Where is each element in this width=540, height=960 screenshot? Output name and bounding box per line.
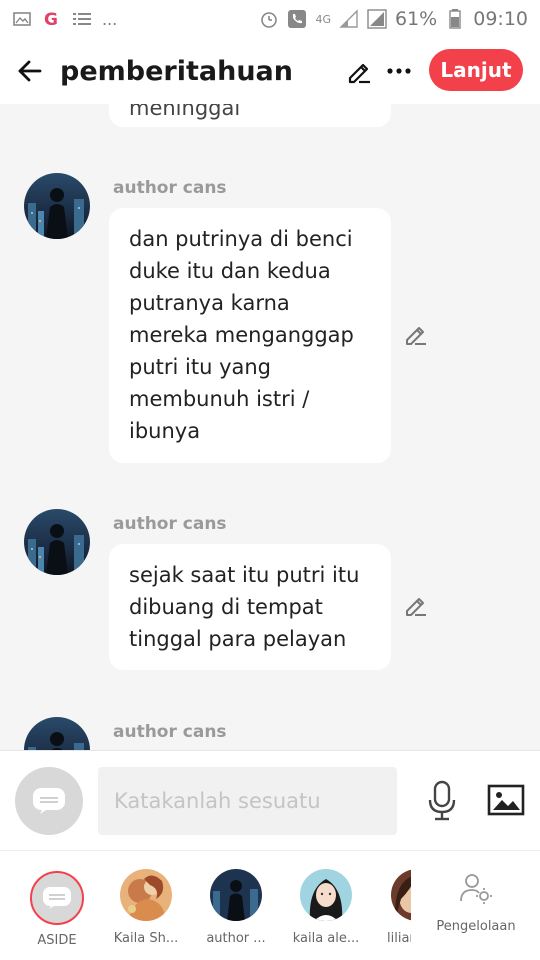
input-bar (0, 750, 540, 850)
signal-icon-2 (367, 9, 387, 29)
character-item[interactable]: Kaila Sh... (101, 869, 191, 946)
list-notification-icon (72, 9, 92, 29)
chat-bubble-icon (43, 887, 71, 909)
image-button[interactable] (486, 780, 526, 820)
user-gear-icon (460, 874, 492, 904)
avatar (210, 869, 262, 921)
status-right: 4G 61% 09:10 (259, 8, 528, 30)
character-item[interactable]: kaila ale... (281, 869, 371, 946)
back-button[interactable] (0, 38, 60, 104)
more-button[interactable] (384, 54, 414, 88)
aside-avatar (30, 871, 84, 925)
author-avatar[interactable] (24, 717, 90, 750)
pencil-icon (348, 63, 370, 84)
clock: 09:10 (473, 8, 528, 30)
character-item[interactable]: author ... (191, 869, 281, 946)
author-name: author cans (113, 722, 227, 742)
message-bubble-partial: meninggal (109, 104, 391, 127)
character-name: kaila ale... (292, 931, 360, 946)
message-input[interactable] (98, 767, 397, 835)
more-dots-icon (387, 68, 411, 74)
author-name: author cans (113, 514, 227, 534)
message-bubble[interactable]: dan putrinya di benci duke itu dan kedua… (109, 208, 391, 463)
signal-icon-1 (339, 9, 359, 29)
avatar (120, 869, 172, 921)
author-avatar[interactable] (24, 173, 90, 239)
status-left: G ... (12, 9, 117, 29)
svg-text:G: G (44, 10, 58, 28)
character-name: ASIDE (37, 933, 77, 948)
image-icon (487, 784, 525, 816)
avatar (300, 869, 352, 921)
battery-icon (445, 9, 465, 29)
edit-message-button[interactable] (403, 322, 429, 348)
microphone-button[interactable] (424, 777, 460, 825)
author-name: author cans (113, 178, 227, 198)
character-name: liliar (387, 931, 411, 946)
network-type: 4G (315, 12, 331, 26)
character-name: author ... (206, 931, 266, 946)
pencil-icon (406, 598, 426, 616)
chat-mode-button[interactable] (15, 767, 83, 835)
character-strip: ASIDE Kaila Sh... author ... kaila ale..… (0, 850, 540, 960)
gallery-notification-icon (12, 9, 32, 29)
alarm-icon (259, 9, 279, 29)
call-icon (287, 9, 307, 29)
manage-label: Pengelolaan (436, 919, 516, 934)
avatar (391, 869, 411, 921)
header: pemberitahuan Lanjut (0, 38, 540, 104)
page-title: pemberitahuan (60, 55, 293, 87)
character-item[interactable]: liliar (371, 869, 411, 946)
chat-area[interactable]: meninggal author cans dan putrinya di be… (0, 104, 540, 750)
author-avatar[interactable] (24, 509, 90, 575)
next-button[interactable]: Lanjut (429, 49, 523, 91)
edit-message-button[interactable] (403, 593, 429, 619)
app-notification-icon: G (42, 9, 62, 29)
message-bubble[interactable]: sejak saat itu putri itu dibuang di temp… (109, 544, 391, 670)
character-name: Kaila Sh... (113, 931, 179, 946)
microphone-icon (428, 780, 456, 821)
pencil-icon (406, 327, 426, 345)
status-bar: G ... 4G 61% 09:10 (0, 0, 540, 38)
more-notifications-text: ... (102, 9, 118, 29)
character-aside[interactable]: ASIDE (12, 871, 102, 948)
battery-percent: 61% (395, 8, 438, 30)
chat-bubble-icon (33, 788, 65, 814)
arrow-left-icon (18, 60, 42, 82)
edit-button[interactable] (342, 54, 376, 88)
manage-button[interactable]: Pengelolaan (430, 871, 522, 934)
